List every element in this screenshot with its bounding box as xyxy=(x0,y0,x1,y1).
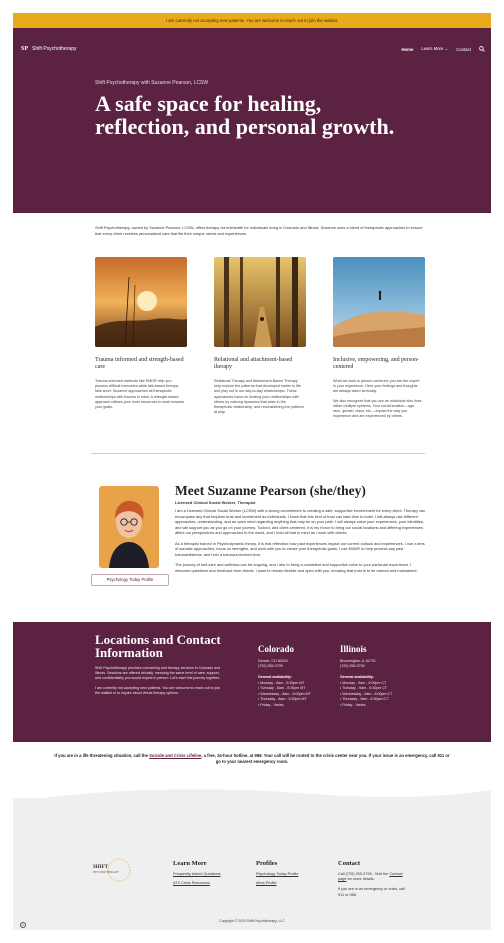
state-name: Colorado xyxy=(258,644,294,654)
crisis-text: , a free, 24-hour hotline, at 988. Your … xyxy=(201,753,450,764)
locations-paragraph: I am currently not accepting new patient… xyxy=(95,686,221,695)
locations-section: Locations and Contact Information Shift … xyxy=(13,622,491,742)
card-paragraph: We also recognize that you are an indivi… xyxy=(333,398,422,419)
card-paragraph: What we work is person-centered: you are… xyxy=(333,379,420,394)
crisis-lifeline-link[interactable]: Suicide and Crisis Lifeline xyxy=(149,753,201,758)
footer-emergency-text: If you are in an emergency or crisis, ca… xyxy=(338,887,405,897)
hero-title: A safe space for healing, reflection, an… xyxy=(95,91,395,139)
card-title: Inclusive, empowering, and person-center… xyxy=(333,357,420,370)
footer-heading: Learn More xyxy=(173,860,207,867)
card-text: Trauma informed methods like EMDR help y… xyxy=(95,379,185,410)
brand-logo: SP xyxy=(21,46,29,52)
footer-link-faq[interactable]: Frequently Asked Questions xyxy=(173,872,221,876)
brand-name: Shift Psychotherapy xyxy=(32,46,77,52)
locations-title: Locations and Contact Information xyxy=(95,632,221,660)
footer-learn-more: Learn More Frequently Asked Questions AT… xyxy=(173,860,221,885)
locations-body: Shift Psychotherapy provides counseling … xyxy=(95,666,225,696)
state-address: Denver, CO 80204 (720) 255-0799 xyxy=(258,659,328,669)
availability-label: General availability: xyxy=(340,675,374,679)
crisis-text: If you are in a life threatening situati… xyxy=(54,753,150,758)
meet-paragraph: The journey of self-care and wellness ca… xyxy=(175,562,418,573)
banner-text: I am currently not accepting new patient… xyxy=(165,18,339,23)
state-address: Bloomington, IL 61701 (720) 255-0799 xyxy=(340,659,410,669)
footer-link-alma[interactable]: Alma Profile xyxy=(256,881,298,885)
availability-hours: • Monday - 9am - 6:00pm CT • Tuesday - 9… xyxy=(340,681,410,708)
meet-body: I am a Licensed Clinical Social Worker (… xyxy=(175,508,427,573)
footer-heading: Contact xyxy=(338,860,361,867)
footer-link-psychology-today[interactable]: Psychology Today Profile xyxy=(256,872,298,876)
hero-wave-divider xyxy=(13,173,491,205)
card-image-sunset-grass xyxy=(95,257,187,347)
nav-learn-more[interactable]: Learn More ⌄ xyxy=(421,46,448,52)
card-text: Relational Therapy and Attachment-Based … xyxy=(214,379,304,415)
nav-links: Home Learn More ⌄ Contact xyxy=(401,46,485,52)
availability-label: General availability: xyxy=(258,675,292,679)
card-image-forest-path xyxy=(214,257,306,347)
meet-paragraph: As a therapist trained in Psychodynamic … xyxy=(175,540,425,557)
copyright: Copyright © 2024 Shift Psychotherapy, LL… xyxy=(219,919,285,923)
state-phone[interactable]: (720) 255-0799 xyxy=(340,664,410,669)
intro-text: Shift Psychotherapy, owned by Suzanne Pe… xyxy=(95,225,423,236)
state-colorado: Colorado Denver, CO 80204 (720) 255-0799… xyxy=(258,644,328,708)
nav-contact[interactable]: Contact xyxy=(456,47,471,52)
footer-logo[interactable]: SHIFT PSYCHOTHERAPY xyxy=(93,856,153,884)
card-paragraph: Relational Therapy and Attachment-Based … xyxy=(214,379,304,415)
footer-link-crisis-resources[interactable]: ATX Crisis Resources xyxy=(173,881,221,885)
locations-paragraph: Shift Psychotherapy provides counseling … xyxy=(95,666,221,680)
footer-profiles: Profiles Psychology Today Profile Alma P… xyxy=(256,860,298,885)
search-icon[interactable] xyxy=(479,46,485,52)
footer-contact-line: for more details. xyxy=(346,877,375,882)
card-title: Trauma informed and strength-based care xyxy=(95,357,184,370)
footer-contact: Contact Call (720) 255-0799 - Visit the … xyxy=(338,860,408,898)
page: I am currently not accepting new patient… xyxy=(13,13,491,930)
card-image-desert-dune xyxy=(333,257,425,347)
footer: SHIFT PSYCHOTHERAPY Learn More Frequentl… xyxy=(13,798,491,930)
brand-link[interactable]: SP Shift Psychotherapy xyxy=(21,46,76,52)
top-nav: SP Shift Psychotherapy Home Learn More ⌄… xyxy=(13,46,491,56)
state-illinois: Illinois Bloomington, IL 61701 (720) 255… xyxy=(340,644,410,708)
hero-kicker: Shift Psychotherapy with Suzanne Pearson… xyxy=(95,80,209,86)
card-text: What we work is person-centered: you are… xyxy=(333,379,423,419)
therapist-photo xyxy=(99,486,159,568)
chevron-down-icon: ⌄ xyxy=(444,46,449,51)
meet-paragraph: I am a Licensed Clinical Social Worker (… xyxy=(175,508,426,535)
card-title: Relational and attachment-based therapy xyxy=(214,357,293,370)
card-paragraph: Trauma informed methods like EMDR help y… xyxy=(95,379,185,410)
footer-heading: Profiles xyxy=(256,860,278,867)
availability-hours: • Monday - 8am - 5:30pm MT • Tuesday - 8… xyxy=(258,681,328,708)
section-divider xyxy=(91,453,425,454)
hours-item: • Friday - Varies xyxy=(258,702,284,707)
state-phone[interactable]: (720) 255-0799 xyxy=(258,664,328,669)
nav-learn-more-label: Learn More xyxy=(421,46,444,51)
psychology-today-button[interactable]: Psychology Today Profile xyxy=(91,574,169,586)
announcement-banner: I am currently not accepting new patient… xyxy=(13,13,491,28)
hours-item: • Friday - Varies xyxy=(340,702,366,707)
nav-home[interactable]: Home xyxy=(401,47,413,52)
state-name: Illinois xyxy=(340,644,367,654)
meet-title: Meet Suzanne Pearson (she/they) xyxy=(175,483,366,498)
footer-contact-text: Call (720) 255-0799 - Visit the Contact … xyxy=(338,872,408,882)
footer-logo-subtext: PSYCHOTHERAPY xyxy=(93,870,119,874)
approach-cards: Trauma informed and strength-based care … xyxy=(95,257,425,447)
crisis-notice: If you are in a life threatening situati… xyxy=(53,753,451,765)
footer-contact-line: Call (720) 255-0799 - Visit the xyxy=(338,872,390,876)
meet-subtitle: Licensed Clinical Social Worker, Therapi… xyxy=(175,500,256,505)
